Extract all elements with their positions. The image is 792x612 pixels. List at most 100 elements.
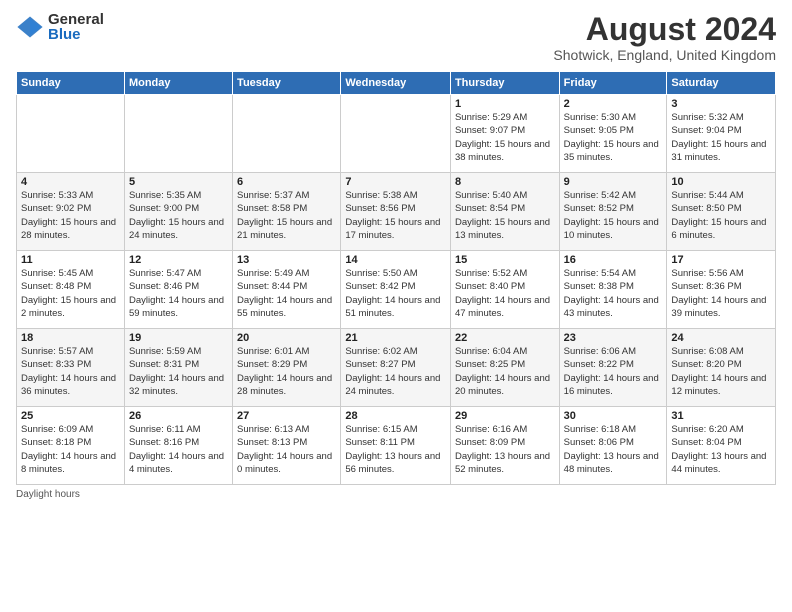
day-number: 24 <box>671 332 771 344</box>
cell-0-3 <box>341 95 451 173</box>
col-sunday: Sunday <box>17 72 125 95</box>
cell-1-0: 4 Sunrise: 5:33 AMSunset: 9:02 PMDayligh… <box>17 173 125 251</box>
cell-2-4: 15 Sunrise: 5:52 AMSunset: 8:40 PMDaylig… <box>450 251 559 329</box>
cell-2-0: 11 Sunrise: 5:45 AMSunset: 8:48 PMDaylig… <box>17 251 125 329</box>
day-number: 3 <box>671 98 771 110</box>
day-number: 11 <box>21 254 120 266</box>
cell-4-3: 28 Sunrise: 6:15 AMSunset: 8:11 PMDaylig… <box>341 407 451 485</box>
day-detail: Sunrise: 6:08 AMSunset: 8:20 PMDaylight:… <box>671 346 766 397</box>
cell-0-1 <box>124 95 232 173</box>
subtitle: Shotwick, England, United Kingdom <box>553 47 776 63</box>
cell-3-4: 22 Sunrise: 6:04 AMSunset: 8:25 PMDaylig… <box>450 329 559 407</box>
cell-4-0: 25 Sunrise: 6:09 AMSunset: 8:18 PMDaylig… <box>17 407 125 485</box>
day-detail: Sunrise: 5:38 AMSunset: 8:56 PMDaylight:… <box>345 190 440 241</box>
cell-3-0: 18 Sunrise: 5:57 AMSunset: 8:33 PMDaylig… <box>17 329 125 407</box>
day-detail: Sunrise: 5:45 AMSunset: 8:48 PMDaylight:… <box>21 268 116 319</box>
cell-2-1: 12 Sunrise: 5:47 AMSunset: 8:46 PMDaylig… <box>124 251 232 329</box>
cell-1-1: 5 Sunrise: 5:35 AMSunset: 9:00 PMDayligh… <box>124 173 232 251</box>
page: General Blue August 2024 Shotwick, Engla… <box>0 0 792 612</box>
day-detail: Sunrise: 5:50 AMSunset: 8:42 PMDaylight:… <box>345 268 440 319</box>
cell-0-6: 3 Sunrise: 5:32 AMSunset: 9:04 PMDayligh… <box>667 95 776 173</box>
day-number: 22 <box>455 332 555 344</box>
week-row-2: 11 Sunrise: 5:45 AMSunset: 8:48 PMDaylig… <box>17 251 776 329</box>
cell-3-2: 20 Sunrise: 6:01 AMSunset: 8:29 PMDaylig… <box>233 329 341 407</box>
day-number: 10 <box>671 176 771 188</box>
cell-4-1: 26 Sunrise: 6:11 AMSunset: 8:16 PMDaylig… <box>124 407 232 485</box>
day-number: 13 <box>237 254 336 266</box>
logo-text: General Blue <box>48 12 104 42</box>
cell-3-6: 24 Sunrise: 6:08 AMSunset: 8:20 PMDaylig… <box>667 329 776 407</box>
title-block: August 2024 Shotwick, England, United Ki… <box>553 12 776 63</box>
day-number: 5 <box>129 176 228 188</box>
day-number: 30 <box>564 410 663 422</box>
day-number: 15 <box>455 254 555 266</box>
day-number: 29 <box>455 410 555 422</box>
day-number: 12 <box>129 254 228 266</box>
day-detail: Sunrise: 5:33 AMSunset: 9:02 PMDaylight:… <box>21 190 116 241</box>
day-number: 21 <box>345 332 446 344</box>
day-detail: Sunrise: 6:09 AMSunset: 8:18 PMDaylight:… <box>21 424 116 475</box>
cell-2-6: 17 Sunrise: 5:56 AMSunset: 8:36 PMDaylig… <box>667 251 776 329</box>
day-number: 27 <box>237 410 336 422</box>
cell-4-5: 30 Sunrise: 6:18 AMSunset: 8:06 PMDaylig… <box>559 407 667 485</box>
col-saturday: Saturday <box>667 72 776 95</box>
logo: General Blue <box>16 12 104 42</box>
cell-0-0 <box>17 95 125 173</box>
cell-0-4: 1 Sunrise: 5:29 AMSunset: 9:07 PMDayligh… <box>450 95 559 173</box>
cell-2-3: 14 Sunrise: 5:50 AMSunset: 8:42 PMDaylig… <box>341 251 451 329</box>
day-detail: Sunrise: 5:32 AMSunset: 9:04 PMDaylight:… <box>671 112 766 163</box>
day-number: 28 <box>345 410 446 422</box>
cell-0-2 <box>233 95 341 173</box>
calendar-header-row: Sunday Monday Tuesday Wednesday Thursday… <box>17 72 776 95</box>
cell-1-3: 7 Sunrise: 5:38 AMSunset: 8:56 PMDayligh… <box>341 173 451 251</box>
day-detail: Sunrise: 5:59 AMSunset: 8:31 PMDaylight:… <box>129 346 224 397</box>
week-row-3: 18 Sunrise: 5:57 AMSunset: 8:33 PMDaylig… <box>17 329 776 407</box>
cell-3-5: 23 Sunrise: 6:06 AMSunset: 8:22 PMDaylig… <box>559 329 667 407</box>
cell-0-5: 2 Sunrise: 5:30 AMSunset: 9:05 PMDayligh… <box>559 95 667 173</box>
cell-1-6: 10 Sunrise: 5:44 AMSunset: 8:50 PMDaylig… <box>667 173 776 251</box>
week-row-0: 1 Sunrise: 5:29 AMSunset: 9:07 PMDayligh… <box>17 95 776 173</box>
cell-3-1: 19 Sunrise: 5:59 AMSunset: 8:31 PMDaylig… <box>124 329 232 407</box>
day-detail: Sunrise: 6:13 AMSunset: 8:13 PMDaylight:… <box>237 424 332 475</box>
week-row-4: 25 Sunrise: 6:09 AMSunset: 8:18 PMDaylig… <box>17 407 776 485</box>
day-number: 20 <box>237 332 336 344</box>
cell-4-6: 31 Sunrise: 6:20 AMSunset: 8:04 PMDaylig… <box>667 407 776 485</box>
day-detail: Sunrise: 5:54 AMSunset: 8:38 PMDaylight:… <box>564 268 659 319</box>
day-number: 26 <box>129 410 228 422</box>
day-number: 9 <box>564 176 663 188</box>
col-wednesday: Wednesday <box>341 72 451 95</box>
logo-general-label: General <box>48 12 104 27</box>
day-number: 6 <box>237 176 336 188</box>
day-detail: Sunrise: 5:44 AMSunset: 8:50 PMDaylight:… <box>671 190 766 241</box>
cell-1-4: 8 Sunrise: 5:40 AMSunset: 8:54 PMDayligh… <box>450 173 559 251</box>
cell-4-2: 27 Sunrise: 6:13 AMSunset: 8:13 PMDaylig… <box>233 407 341 485</box>
col-tuesday: Tuesday <box>233 72 341 95</box>
day-detail: Sunrise: 5:42 AMSunset: 8:52 PMDaylight:… <box>564 190 659 241</box>
col-thursday: Thursday <box>450 72 559 95</box>
footer-note: Daylight hours <box>16 489 776 500</box>
col-friday: Friday <box>559 72 667 95</box>
day-detail: Sunrise: 6:16 AMSunset: 8:09 PMDaylight:… <box>455 424 550 475</box>
day-number: 17 <box>671 254 771 266</box>
col-monday: Monday <box>124 72 232 95</box>
day-detail: Sunrise: 6:06 AMSunset: 8:22 PMDaylight:… <box>564 346 659 397</box>
day-number: 2 <box>564 98 663 110</box>
day-number: 7 <box>345 176 446 188</box>
day-detail: Sunrise: 5:40 AMSunset: 8:54 PMDaylight:… <box>455 190 550 241</box>
day-detail: Sunrise: 5:47 AMSunset: 8:46 PMDaylight:… <box>129 268 224 319</box>
day-number: 14 <box>345 254 446 266</box>
cell-3-3: 21 Sunrise: 6:02 AMSunset: 8:27 PMDaylig… <box>341 329 451 407</box>
logo-blue-label: Blue <box>48 27 104 42</box>
cell-2-5: 16 Sunrise: 5:54 AMSunset: 8:38 PMDaylig… <box>559 251 667 329</box>
day-number: 16 <box>564 254 663 266</box>
day-detail: Sunrise: 6:11 AMSunset: 8:16 PMDaylight:… <box>129 424 224 475</box>
day-detail: Sunrise: 5:52 AMSunset: 8:40 PMDaylight:… <box>455 268 550 319</box>
day-detail: Sunrise: 6:04 AMSunset: 8:25 PMDaylight:… <box>455 346 550 397</box>
day-number: 18 <box>21 332 120 344</box>
day-detail: Sunrise: 6:01 AMSunset: 8:29 PMDaylight:… <box>237 346 332 397</box>
main-title: August 2024 <box>553 12 776 47</box>
logo-icon <box>16 13 44 41</box>
day-detail: Sunrise: 6:18 AMSunset: 8:06 PMDaylight:… <box>564 424 659 475</box>
day-detail: Sunrise: 6:15 AMSunset: 8:11 PMDaylight:… <box>345 424 440 475</box>
day-detail: Sunrise: 5:30 AMSunset: 9:05 PMDaylight:… <box>564 112 659 163</box>
